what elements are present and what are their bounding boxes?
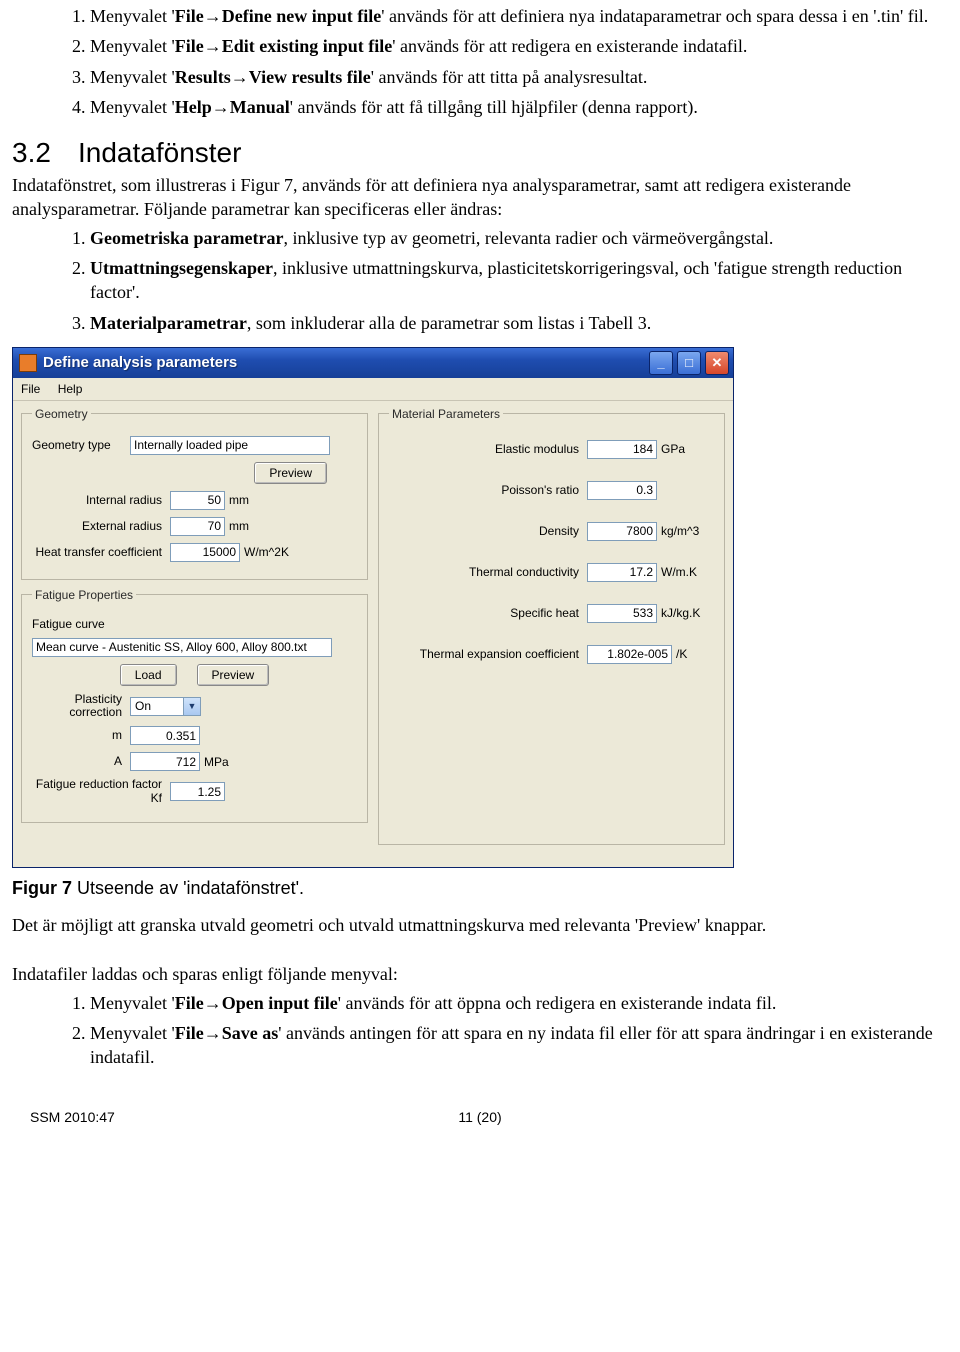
menu-help[interactable]: Help [58, 382, 83, 396]
internal-radius-unit: mm [229, 493, 249, 507]
poisson-label: Poisson's ratio [389, 484, 587, 497]
geometry-group: Geometry Geometry type Preview Internal … [21, 407, 368, 580]
specific-heat-input[interactable] [587, 604, 657, 623]
heat-transfer-unit: W/m^2K [244, 545, 289, 559]
geometry-type-input[interactable] [130, 436, 330, 455]
fatigue-legend: Fatigue Properties [32, 588, 136, 602]
internal-radius-label: Internal radius [32, 494, 170, 507]
material-group: Material Parameters Elastic modulus GPa … [378, 407, 725, 845]
geometry-type-label: Geometry type [32, 439, 130, 452]
fatigue-curve-input[interactable] [32, 638, 332, 657]
paragraph: Det är möjligt att granska utvald geomet… [12, 913, 948, 937]
menubar: File Help [13, 378, 733, 401]
page-footer: SSM 2010:47 11 (20) [12, 1109, 948, 1131]
list-item: Menyvalet 'File→Save as' används antinge… [90, 1021, 948, 1070]
list-item: Menyvalet 'File→Open input file' används… [90, 991, 948, 1015]
m-label: m [32, 729, 130, 742]
m-input[interactable] [130, 726, 200, 745]
internal-radius-input[interactable] [170, 491, 225, 510]
app-icon [19, 354, 37, 372]
paragraph: Indatafiler laddas och sparas enligt föl… [12, 962, 948, 986]
kf-label: Fatigue reduction factor Kf [32, 778, 170, 804]
density-input[interactable] [587, 522, 657, 541]
list-item: Geometriska parametrar, inklusive typ av… [90, 226, 948, 250]
external-radius-input[interactable] [170, 517, 225, 536]
a-label: A [32, 755, 130, 768]
window-title: Define analysis parameters [43, 354, 645, 371]
thermal-exp-input[interactable] [587, 645, 672, 664]
kf-input[interactable] [170, 782, 225, 801]
elastic-modulus-unit: GPa [661, 442, 685, 456]
section-heading: 3.2Indatafönster [12, 137, 948, 169]
list-item: Menyvalet 'Help→Manual' används för att … [90, 95, 948, 119]
fatigue-preview-button[interactable]: Preview [197, 664, 270, 686]
poisson-input[interactable] [587, 481, 657, 500]
fatigue-curve-label: Fatigue curve [32, 617, 105, 631]
fatigue-group: Fatigue Properties Fatigue curve Load Pr… [21, 588, 368, 823]
param-list: Geometriska parametrar, inklusive typ av… [12, 226, 948, 335]
figure-window: Define analysis parameters _ □ ✕ File He… [12, 347, 734, 868]
thermal-cond-unit: W/m.K [661, 565, 697, 579]
density-unit: kg/m^3 [661, 524, 699, 538]
specific-heat-unit: kJ/kg.K [661, 606, 700, 620]
figure-caption: Figur 7 Utseende av 'indatafönstret'. [12, 878, 948, 899]
specific-heat-label: Specific heat [389, 607, 587, 620]
material-legend: Material Parameters [389, 407, 503, 421]
list-item: Menyvalet 'File→Define new input file' a… [90, 4, 948, 28]
menu-list-top: Menyvalet 'File→Define new input file' a… [12, 4, 948, 119]
thermal-exp-label: Thermal expansion coefficient [389, 648, 587, 661]
geometry-preview-button[interactable]: Preview [254, 462, 327, 484]
paragraph: Indatafönstret, som illustreras i Figur … [12, 173, 948, 222]
density-label: Density [389, 525, 587, 538]
external-radius-label: External radius [32, 520, 170, 533]
a-unit: MPa [204, 755, 229, 769]
heat-transfer-input[interactable] [170, 543, 240, 562]
thermal-cond-input[interactable] [587, 563, 657, 582]
a-input[interactable] [130, 752, 200, 771]
minimize-button[interactable]: _ [649, 351, 673, 375]
list-item: Menyvalet 'File→Edit existing input file… [90, 34, 948, 58]
close-button[interactable]: ✕ [705, 351, 729, 375]
titlebar: Define analysis parameters _ □ ✕ [13, 348, 733, 378]
plasticity-label: Plasticity correction [32, 693, 130, 719]
plasticity-dropdown[interactable]: On ▼ [130, 697, 201, 716]
list-item: Utmattningsegenskaper, inklusive utmattn… [90, 256, 948, 305]
list-item: Materialparametrar, som inkluderar alla … [90, 311, 948, 335]
external-radius-unit: mm [229, 519, 249, 533]
menu-file[interactable]: File [21, 382, 40, 396]
thermal-cond-label: Thermal conductivity [389, 566, 587, 579]
footer-page-number: 11 (20) [458, 1109, 501, 1125]
list-item: Menyvalet 'Results→View results file' an… [90, 65, 948, 89]
footer-left: SSM 2010:47 [30, 1109, 115, 1125]
menu-list-bottom: Menyvalet 'File→Open input file' används… [12, 991, 948, 1070]
heat-transfer-label: Heat transfer coefficient [32, 546, 170, 559]
thermal-exp-unit: /K [676, 647, 687, 661]
maximize-button[interactable]: □ [677, 351, 701, 375]
elastic-modulus-label: Elastic modulus [389, 443, 587, 456]
elastic-modulus-input[interactable] [587, 440, 657, 459]
chevron-down-icon[interactable]: ▼ [183, 698, 200, 715]
fatigue-load-button[interactable]: Load [120, 664, 177, 686]
geometry-legend: Geometry [32, 407, 91, 421]
